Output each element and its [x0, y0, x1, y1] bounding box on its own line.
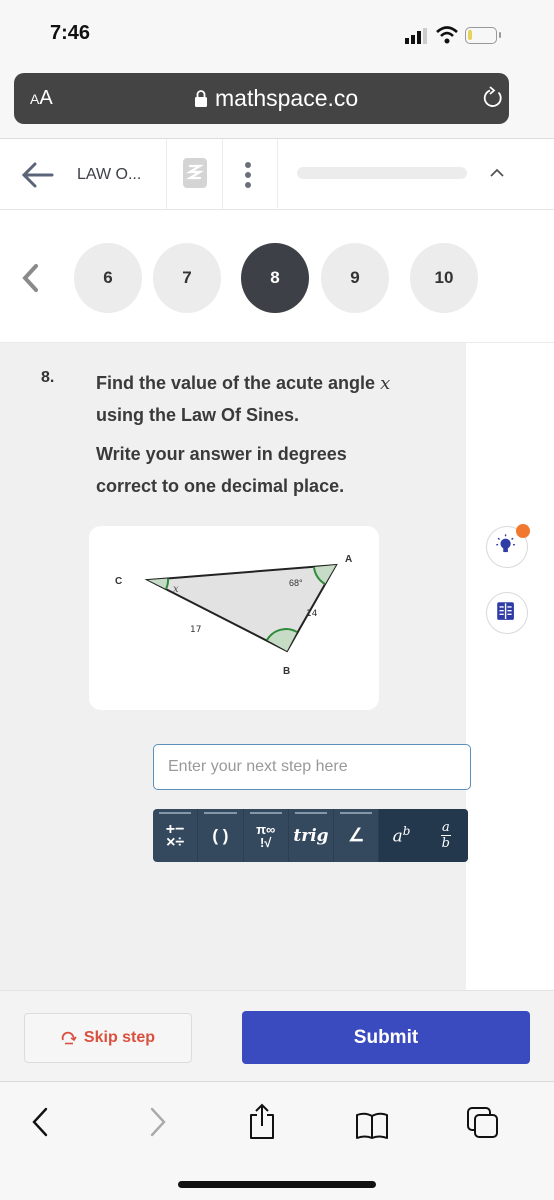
text-size-button[interactable]: AA: [30, 87, 53, 110]
question-text: Find the value of the acute angle: [96, 373, 376, 393]
question-instruction: Write your answer in degrees: [96, 444, 347, 464]
tabs-icon[interactable]: [466, 1106, 500, 1140]
side-tools-panel: [466, 343, 554, 990]
status-bar: 7:46: [0, 0, 554, 70]
question-nav-item[interactable]: 6: [74, 243, 142, 313]
question-navigation: 6 7 8 9 10: [0, 210, 554, 343]
trig-label: trig: [293, 825, 329, 846]
angle-button[interactable]: ∠: [334, 809, 380, 862]
course-title[interactable]: LAW O...: [77, 166, 141, 184]
status-time: 7:46: [50, 22, 91, 44]
question-number: 8.: [41, 369, 55, 386]
app-header: LAW O...: [0, 138, 554, 211]
reload-icon[interactable]: [481, 86, 505, 110]
fraction-button[interactable]: ab: [423, 809, 468, 862]
browser-url-bar[interactable]: AA mathspace.co: [14, 73, 509, 124]
question-nav-item[interactable]: 7: [153, 243, 221, 313]
symbols-bottom: !√: [259, 834, 272, 850]
chevron-left-icon[interactable]: [20, 262, 40, 294]
operators-bottom: ×÷: [166, 833, 185, 851]
math-keyboard-toolbar: +− ×÷ ( ) π∞ !√ trig ∠ ab ab: [153, 809, 468, 862]
symbols-top: π∞: [256, 821, 276, 837]
worked-examples-button[interactable]: [486, 592, 528, 634]
vertex-label-c: C: [115, 576, 122, 587]
side-ab-label: 14: [306, 609, 318, 619]
header-divider: [166, 139, 167, 211]
side-cb-label: 17: [190, 625, 201, 635]
notes-icon[interactable]: [183, 158, 207, 188]
skip-step-label: Skip step: [83, 1029, 156, 1046]
header-divider: [277, 139, 278, 211]
battery-icon: [465, 27, 501, 44]
question-nav-item[interactable]: 8: [241, 243, 309, 313]
brackets-label: ( ): [212, 826, 229, 845]
power-exponent: b: [402, 824, 411, 839]
browser-forward-icon[interactable]: [148, 1106, 168, 1138]
operators-button[interactable]: +− ×÷: [153, 809, 199, 862]
chevron-up-icon[interactable]: [488, 164, 506, 182]
power-button[interactable]: ab: [379, 809, 424, 862]
vertex-label-b: B: [283, 666, 290, 677]
bookmarks-icon[interactable]: [355, 1112, 389, 1140]
lock-icon: [195, 90, 207, 107]
question-nav-item[interactable]: 9: [321, 243, 389, 313]
question-text-line: Find the value of the acute angle x: [96, 367, 390, 400]
angle-icon: ∠: [348, 825, 365, 845]
home-indicator: [178, 1181, 376, 1188]
angle-x-label: x: [173, 584, 179, 595]
variable-x: x: [380, 373, 391, 394]
question-text-line: using the Law Of Sines.: [96, 405, 300, 425]
power-base: a: [392, 826, 403, 847]
vertex-label-a: A: [345, 554, 352, 565]
fraction-numerator: a: [441, 820, 450, 835]
header-divider: [222, 139, 223, 211]
brackets-button[interactable]: ( ): [198, 809, 244, 862]
triangle-diagram: C A B 68° x 14 17: [89, 526, 379, 710]
book-icon: [497, 602, 514, 620]
triangle-svg: C A B 68° x 14 17: [115, 554, 352, 677]
cellular-signal-icon: [405, 28, 427, 44]
next-step-input[interactable]: [153, 744, 471, 790]
wifi-icon: [436, 26, 458, 44]
share-icon[interactable]: [248, 1102, 276, 1140]
submit-button[interactable]: Submit: [242, 1011, 530, 1064]
action-bar: Skip step Submit: [0, 990, 554, 1082]
angle-c-arc: [148, 578, 169, 589]
trig-button[interactable]: trig: [289, 809, 335, 862]
back-arrow-icon[interactable]: [20, 161, 54, 189]
triangle-shape: [144, 563, 338, 653]
hint-notification-badge: [516, 524, 530, 538]
angle-a-label: 68°: [289, 578, 303, 588]
url-text[interactable]: mathspace.co: [215, 85, 358, 112]
skip-icon: [61, 1031, 77, 1045]
progress-bar: [297, 167, 467, 179]
question-nav-item[interactable]: 10: [410, 243, 478, 313]
browser-back-icon[interactable]: [30, 1106, 50, 1138]
symbols-button[interactable]: π∞ !√: [244, 809, 289, 862]
fraction-denominator: b: [441, 836, 450, 851]
question-instruction: correct to one decimal place.: [96, 476, 345, 496]
skip-step-button[interactable]: Skip step: [24, 1013, 192, 1063]
more-options-icon[interactable]: [243, 160, 253, 190]
